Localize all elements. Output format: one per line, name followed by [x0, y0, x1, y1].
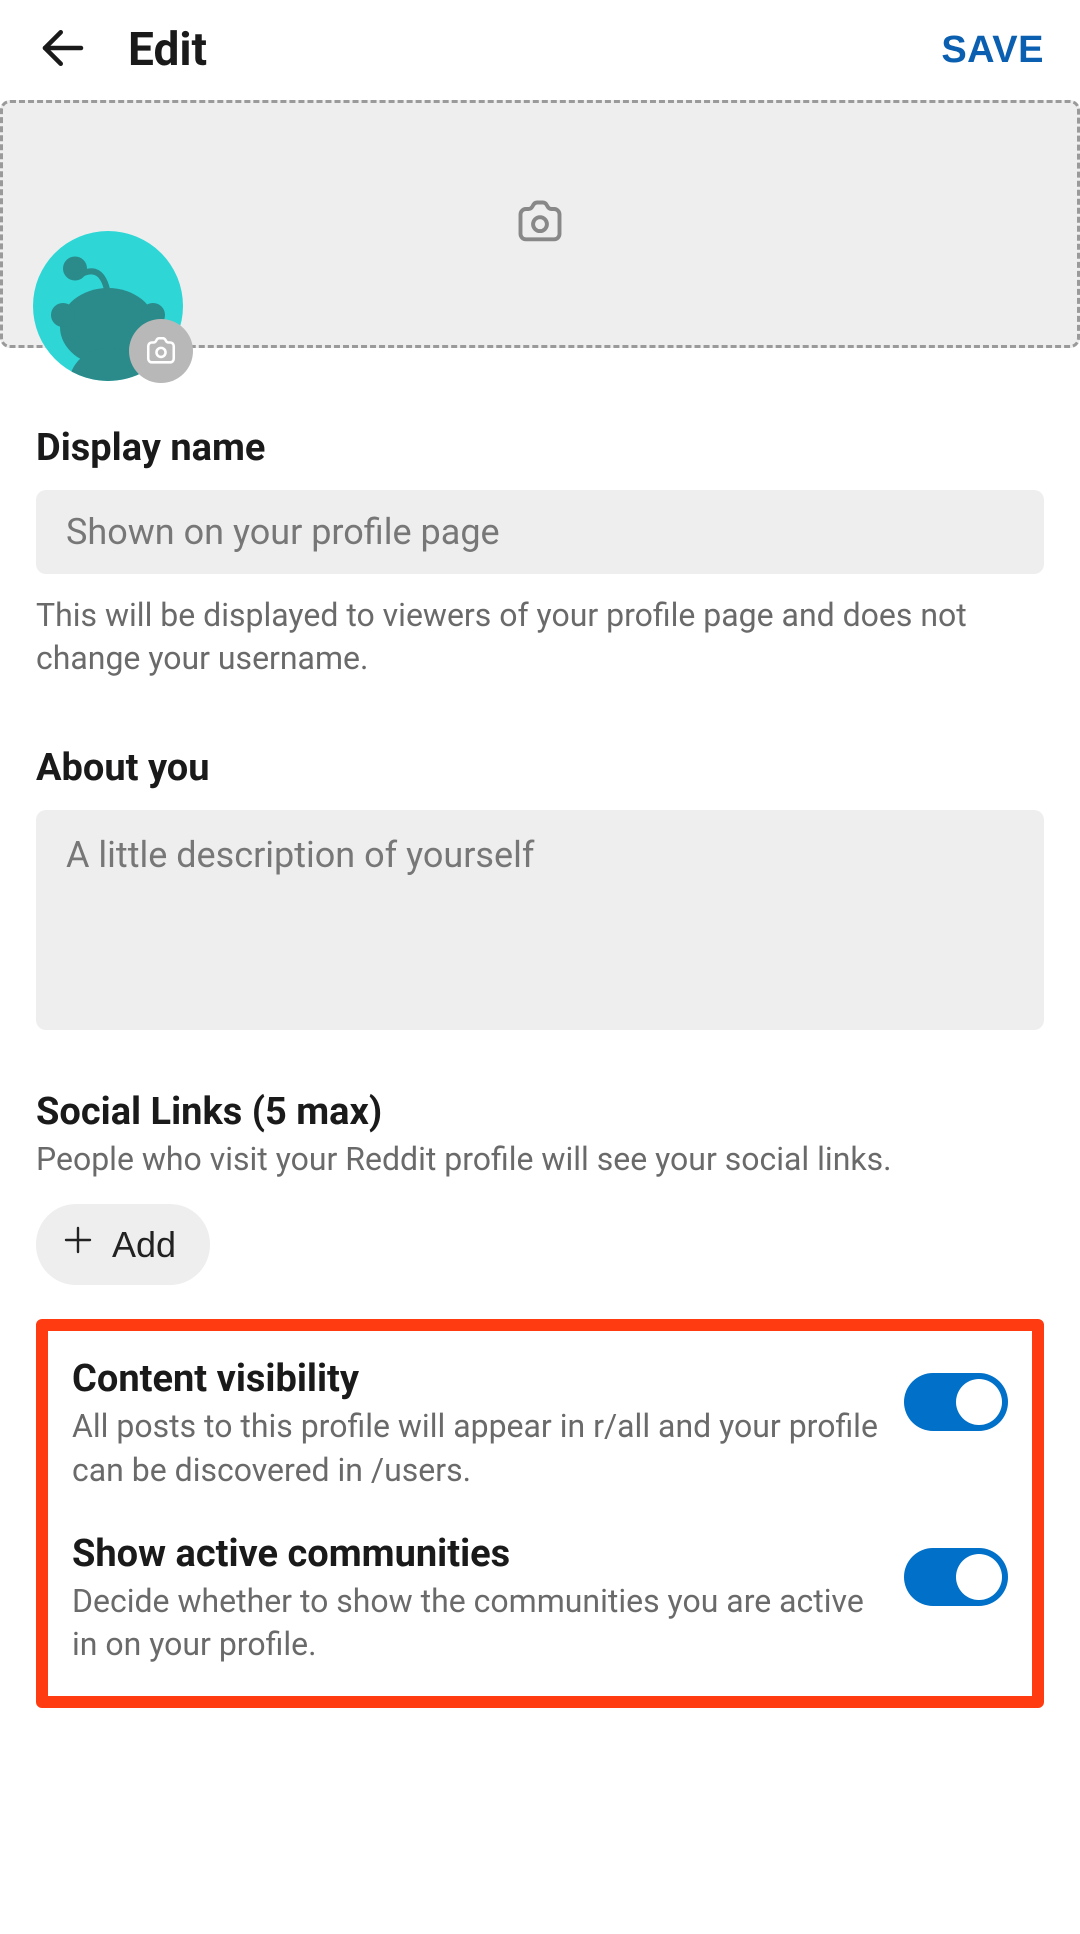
- about-you-label: About you: [36, 746, 1044, 790]
- content-visibility-desc: All posts to this profile will appear in…: [72, 1405, 880, 1491]
- page-title: Edit: [128, 23, 941, 77]
- header: Edit SAVE: [0, 0, 1080, 100]
- display-name-helper: This will be displayed to viewers of you…: [36, 594, 1044, 680]
- toggle-knob: [956, 1554, 1002, 1600]
- display-name-input[interactable]: [36, 490, 1044, 574]
- avatar-upload[interactable]: [33, 231, 183, 381]
- show-active-title: Show active communities: [72, 1532, 880, 1576]
- social-links-desc: People who visit your Reddit profile wil…: [36, 1140, 1044, 1178]
- social-links-label: Social Links (5 max): [36, 1090, 1044, 1134]
- show-active-desc: Decide whether to show the communities y…: [72, 1580, 880, 1666]
- about-you-input[interactable]: [36, 810, 1044, 1030]
- add-social-link-button[interactable]: Add: [36, 1204, 210, 1285]
- toggle-knob: [956, 1379, 1002, 1425]
- content-area: Display name This will be displayed to v…: [0, 426, 1080, 1708]
- add-label: Add: [112, 1224, 176, 1266]
- show-active-communities-toggle[interactable]: [904, 1548, 1008, 1606]
- plus-icon: [60, 1222, 96, 1267]
- content-visibility-row: Content visibility All posts to this pro…: [72, 1357, 1008, 1491]
- display-name-label: Display name: [36, 426, 1044, 470]
- avatar-camera-icon[interactable]: [129, 319, 193, 383]
- show-active-communities-row: Show active communities Decide whether t…: [72, 1532, 1008, 1666]
- banner-upload-area[interactable]: [0, 100, 1080, 348]
- highlighted-privacy-settings: Content visibility All posts to this pro…: [36, 1319, 1044, 1708]
- content-visibility-title: Content visibility: [72, 1357, 880, 1401]
- content-visibility-toggle[interactable]: [904, 1373, 1008, 1431]
- save-button[interactable]: SAVE: [941, 29, 1044, 72]
- camera-icon: [511, 196, 569, 252]
- back-arrow-icon[interactable]: [36, 21, 90, 79]
